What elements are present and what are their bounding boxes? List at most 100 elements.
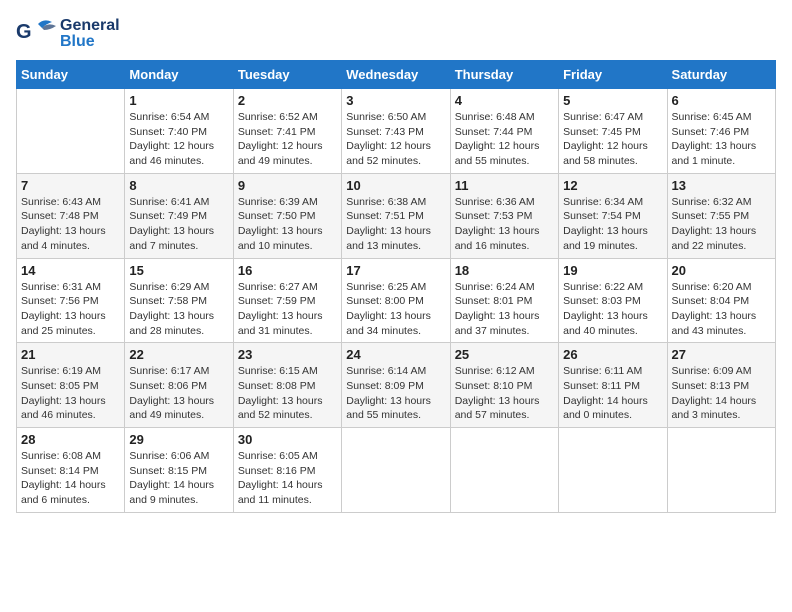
- day-number: 4: [455, 93, 554, 108]
- calendar-cell: 18 Sunrise: 6:24 AM Sunset: 8:01 PM Dayli…: [450, 258, 558, 343]
- day-info: Sunrise: 6:43 AM Sunset: 7:48 PM Dayligh…: [21, 195, 120, 254]
- calendar-cell: 6 Sunrise: 6:45 AM Sunset: 7:46 PM Daylig…: [667, 89, 775, 174]
- day-number: 16: [238, 263, 337, 278]
- day-info: Sunrise: 6:50 AM Sunset: 7:43 PM Dayligh…: [346, 110, 445, 169]
- day-info: Sunrise: 6:32 AM Sunset: 7:55 PM Dayligh…: [672, 195, 771, 254]
- weekday-header: Friday: [559, 61, 667, 89]
- day-number: 1: [129, 93, 228, 108]
- calendar-cell: 1 Sunrise: 6:54 AM Sunset: 7:40 PM Daylig…: [125, 89, 233, 174]
- calendar-week-row: 28Sunrise: 6:08 AM Sunset: 8:14 PM Dayli…: [17, 428, 776, 513]
- calendar-cell: 3 Sunrise: 6:50 AM Sunset: 7:43 PM Daylig…: [342, 89, 450, 174]
- logo-general: General: [60, 18, 120, 34]
- day-number: 6: [672, 93, 771, 108]
- day-number: 3: [346, 93, 445, 108]
- day-number: 5: [563, 93, 662, 108]
- calendar-cell: 9Sunrise: 6:39 AM Sunset: 7:50 PM Daylig…: [233, 173, 341, 258]
- day-number: 19: [563, 263, 662, 278]
- calendar-cell: 2 Sunrise: 6:52 AM Sunset: 7:41 PM Daylig…: [233, 89, 341, 174]
- calendar-cell: 16 Sunrise: 6:27 AM Sunset: 7:59 PM Dayli…: [233, 258, 341, 343]
- day-number: 18: [455, 263, 554, 278]
- calendar-cell: 17Sunrise: 6:25 AM Sunset: 8:00 PM Dayli…: [342, 258, 450, 343]
- calendar-cell: [559, 428, 667, 513]
- calendar-week-row: 21 Sunrise: 6:19 AM Sunset: 8:05 PM Dayli…: [17, 343, 776, 428]
- day-info: Sunrise: 6:38 AM Sunset: 7:51 PM Dayligh…: [346, 195, 445, 254]
- day-info: Sunrise: 6:22 AM Sunset: 8:03 PM Dayligh…: [563, 280, 662, 339]
- day-info: Sunrise: 6:41 AM Sunset: 7:49 PM Dayligh…: [129, 195, 228, 254]
- calendar-cell: 30Sunrise: 6:05 AM Sunset: 8:16 PM Dayli…: [233, 428, 341, 513]
- calendar-cell: 8 Sunrise: 6:41 AM Sunset: 7:49 PM Daylig…: [125, 173, 233, 258]
- calendar-cell: 7 Sunrise: 6:43 AM Sunset: 7:48 PM Daylig…: [17, 173, 125, 258]
- day-info: Sunrise: 6:19 AM Sunset: 8:05 PM Dayligh…: [21, 364, 120, 423]
- day-info: Sunrise: 6:27 AM Sunset: 7:59 PM Dayligh…: [238, 280, 337, 339]
- day-info: Sunrise: 6:09 AM Sunset: 8:13 PM Dayligh…: [672, 364, 771, 423]
- day-info: Sunrise: 6:36 AM Sunset: 7:53 PM Dayligh…: [455, 195, 554, 254]
- day-info: Sunrise: 6:08 AM Sunset: 8:14 PM Dayligh…: [21, 449, 120, 508]
- weekday-header-row: SundayMondayTuesdayWednesdayThursdayFrid…: [17, 61, 776, 89]
- day-number: 21: [21, 347, 120, 362]
- day-number: 11: [455, 178, 554, 193]
- day-info: Sunrise: 6:06 AM Sunset: 8:15 PM Dayligh…: [129, 449, 228, 508]
- calendar-week-row: 14Sunrise: 6:31 AM Sunset: 7:56 PM Dayli…: [17, 258, 776, 343]
- calendar-cell: 4 Sunrise: 6:48 AM Sunset: 7:44 PM Daylig…: [450, 89, 558, 174]
- calendar-table: SundayMondayTuesdayWednesdayThursdayFrid…: [16, 60, 776, 513]
- calendar-cell: [17, 89, 125, 174]
- calendar-cell: 15Sunrise: 6:29 AM Sunset: 7:58 PM Dayli…: [125, 258, 233, 343]
- logo-icon: G: [16, 16, 56, 52]
- day-number: 10: [346, 178, 445, 193]
- calendar-cell: 23 Sunrise: 6:15 AM Sunset: 8:08 PM Dayli…: [233, 343, 341, 428]
- day-number: 17: [346, 263, 445, 278]
- calendar-cell: 21 Sunrise: 6:19 AM Sunset: 8:05 PM Dayli…: [17, 343, 125, 428]
- page-header: G General Blue: [16, 16, 776, 52]
- day-number: 23: [238, 347, 337, 362]
- weekday-header: Tuesday: [233, 61, 341, 89]
- calendar-cell: 10 Sunrise: 6:38 AM Sunset: 7:51 PM Dayli…: [342, 173, 450, 258]
- weekday-header: Monday: [125, 61, 233, 89]
- weekday-header: Sunday: [17, 61, 125, 89]
- calendar-week-row: 1 Sunrise: 6:54 AM Sunset: 7:40 PM Daylig…: [17, 89, 776, 174]
- day-number: 2: [238, 93, 337, 108]
- calendar-cell: 14Sunrise: 6:31 AM Sunset: 7:56 PM Dayli…: [17, 258, 125, 343]
- logo: G General Blue: [16, 16, 120, 52]
- day-info: Sunrise: 6:45 AM Sunset: 7:46 PM Dayligh…: [672, 110, 771, 169]
- day-info: Sunrise: 6:15 AM Sunset: 8:08 PM Dayligh…: [238, 364, 337, 423]
- day-info: Sunrise: 6:48 AM Sunset: 7:44 PM Dayligh…: [455, 110, 554, 169]
- day-info: Sunrise: 6:17 AM Sunset: 8:06 PM Dayligh…: [129, 364, 228, 423]
- day-info: Sunrise: 6:14 AM Sunset: 8:09 PM Dayligh…: [346, 364, 445, 423]
- calendar-cell: 27 Sunrise: 6:09 AM Sunset: 8:13 PM Dayli…: [667, 343, 775, 428]
- day-info: Sunrise: 6:12 AM Sunset: 8:10 PM Dayligh…: [455, 364, 554, 423]
- calendar-cell: [342, 428, 450, 513]
- calendar-cell: 5 Sunrise: 6:47 AM Sunset: 7:45 PM Daylig…: [559, 89, 667, 174]
- calendar-week-row: 7 Sunrise: 6:43 AM Sunset: 7:48 PM Daylig…: [17, 173, 776, 258]
- calendar-cell: 26Sunrise: 6:11 AM Sunset: 8:11 PM Dayli…: [559, 343, 667, 428]
- day-info: Sunrise: 6:34 AM Sunset: 7:54 PM Dayligh…: [563, 195, 662, 254]
- day-number: 8: [129, 178, 228, 193]
- calendar-cell: 19 Sunrise: 6:22 AM Sunset: 8:03 PM Dayli…: [559, 258, 667, 343]
- day-number: 25: [455, 347, 554, 362]
- calendar-cell: [667, 428, 775, 513]
- day-info: Sunrise: 6:20 AM Sunset: 8:04 PM Dayligh…: [672, 280, 771, 339]
- day-number: 14: [21, 263, 120, 278]
- day-number: 24: [346, 347, 445, 362]
- day-info: Sunrise: 6:47 AM Sunset: 7:45 PM Dayligh…: [563, 110, 662, 169]
- day-info: Sunrise: 6:52 AM Sunset: 7:41 PM Dayligh…: [238, 110, 337, 169]
- calendar-cell: 25 Sunrise: 6:12 AM Sunset: 8:10 PM Dayli…: [450, 343, 558, 428]
- day-info: Sunrise: 6:11 AM Sunset: 8:11 PM Dayligh…: [563, 364, 662, 423]
- calendar-cell: 11 Sunrise: 6:36 AM Sunset: 7:53 PM Dayli…: [450, 173, 558, 258]
- day-number: 12: [563, 178, 662, 193]
- day-number: 13: [672, 178, 771, 193]
- calendar-cell: 20 Sunrise: 6:20 AM Sunset: 8:04 PM Dayli…: [667, 258, 775, 343]
- calendar-cell: 28Sunrise: 6:08 AM Sunset: 8:14 PM Dayli…: [17, 428, 125, 513]
- day-info: Sunrise: 6:54 AM Sunset: 7:40 PM Dayligh…: [129, 110, 228, 169]
- day-info: Sunrise: 6:05 AM Sunset: 8:16 PM Dayligh…: [238, 449, 337, 508]
- day-number: 7: [21, 178, 120, 193]
- day-number: 27: [672, 347, 771, 362]
- weekday-header: Wednesday: [342, 61, 450, 89]
- calendar-cell: 13 Sunrise: 6:32 AM Sunset: 7:55 PM Dayli…: [667, 173, 775, 258]
- day-number: 15: [129, 263, 228, 278]
- day-number: 22: [129, 347, 228, 362]
- calendar-cell: 29Sunrise: 6:06 AM Sunset: 8:15 PM Dayli…: [125, 428, 233, 513]
- day-info: Sunrise: 6:24 AM Sunset: 8:01 PM Dayligh…: [455, 280, 554, 339]
- day-number: 20: [672, 263, 771, 278]
- logo-blue: Blue: [60, 34, 120, 50]
- calendar-cell: 12 Sunrise: 6:34 AM Sunset: 7:54 PM Dayli…: [559, 173, 667, 258]
